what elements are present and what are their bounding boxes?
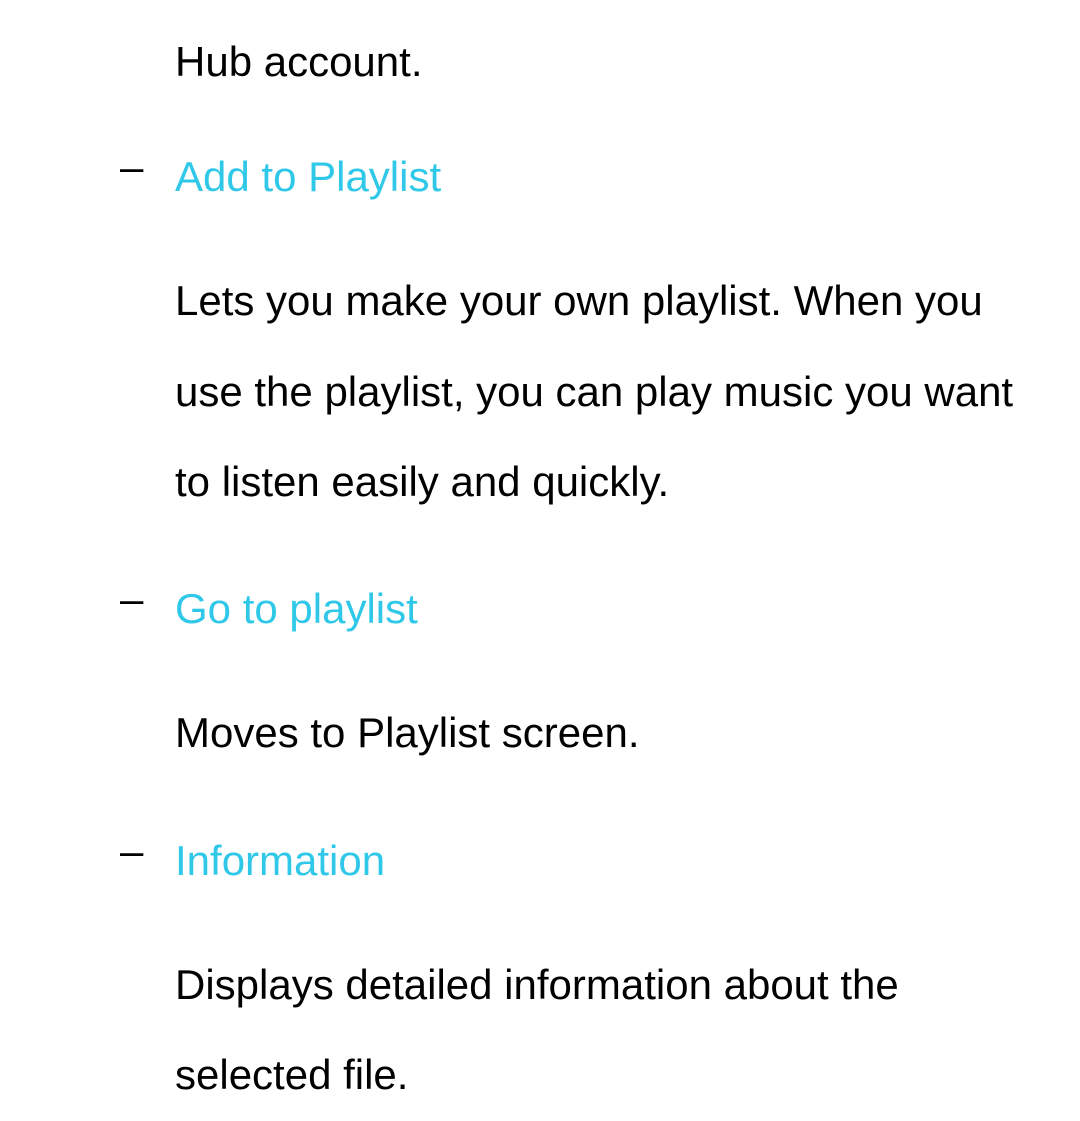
item-title-information: Information	[175, 827, 1030, 894]
item-title-add-to-playlist: Add to Playlist	[175, 143, 1030, 210]
item-title-go-to-playlist: Go to playlist	[175, 575, 1030, 642]
item-description: Lets you make your own playlist. When yo…	[175, 256, 1030, 527]
list-item: – Go to playlist Moves to Playlist scree…	[175, 575, 1030, 778]
dash-icon: –	[120, 143, 143, 191]
item-description: Displays detailed information about the …	[175, 940, 1030, 1121]
dash-icon: –	[120, 827, 143, 875]
list-item: – Information Displays detailed informat…	[175, 827, 1030, 1121]
list-item: – Add to Playlist Lets you make your own…	[175, 143, 1030, 527]
fragment-text: Hub account.	[175, 28, 1030, 95]
item-description: Moves to Playlist screen.	[175, 688, 1030, 778]
dash-icon: –	[120, 575, 143, 623]
